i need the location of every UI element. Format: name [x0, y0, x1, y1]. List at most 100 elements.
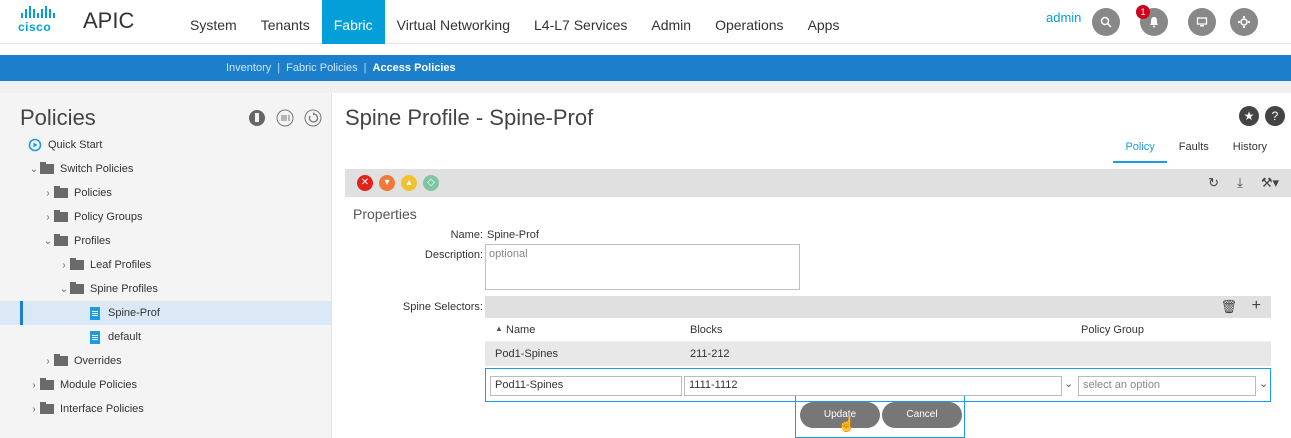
sidebar-item-leaf-profiles[interactable]: › Leaf Profiles	[0, 253, 331, 277]
sort-ascending-icon[interactable]: ▲	[495, 324, 503, 333]
spine-selectors-table: 🗑 + ▲ Name Blocks Policy Group Pod1-Spin…	[485, 296, 1271, 402]
app-title: APIC	[83, 8, 135, 33]
display-icon[interactable]	[1188, 8, 1216, 36]
sidebar-item-label: Leaf Profiles	[90, 259, 152, 271]
search-icon[interactable]	[1092, 8, 1120, 36]
sidebar-item-label: Interface Policies	[60, 403, 144, 415]
chevron-right-icon[interactable]: ›	[42, 356, 54, 367]
sidebar-item-module-policies[interactable]: › Module Policies	[0, 373, 331, 397]
sidebar-item-label: Spine-Prof	[108, 307, 160, 319]
folder-icon	[40, 162, 54, 174]
tab-history[interactable]: History	[1221, 141, 1279, 163]
name-input[interactable]: Pod11-Spines	[490, 376, 682, 396]
table-row[interactable]: Pod1-Spines 211-212	[485, 342, 1271, 366]
sub-nav: Inventory | Fabric Policies | Access Pol…	[0, 55, 1291, 81]
sidebar: Policies Quick Start ⌄ Switch Policies ›…	[0, 93, 332, 438]
sidebar-item-label: Profiles	[74, 235, 111, 247]
sidebar-item-label: Switch Policies	[60, 163, 134, 175]
warning-fault-icon[interactable]: ◇	[423, 175, 439, 191]
sidebar-title: Policies	[20, 105, 96, 130]
sidebar-item-profiles[interactable]: ⌄ Profiles	[0, 229, 331, 253]
sidebar-item-default[interactable]: default	[0, 325, 331, 349]
toolbar-actions: ↻ ⤓ ⚒▾	[1208, 175, 1279, 191]
nav-tenants[interactable]: Tenants	[249, 0, 322, 44]
nav-operations[interactable]: Operations	[703, 0, 795, 44]
sidebar-item-policies[interactable]: › Policies	[0, 181, 331, 205]
gear-icon[interactable]	[1230, 8, 1258, 36]
header-divider	[0, 81, 1291, 93]
subnav-fabric-policies[interactable]: Fabric Policies	[286, 62, 358, 74]
sidebar-item-spine-prof[interactable]: Spine-Prof	[0, 301, 331, 325]
folder-icon	[40, 402, 54, 414]
sidebar-item-spine-profiles[interactable]: ⌄ Spine Profiles	[0, 277, 331, 301]
nav-admin[interactable]: Admin	[639, 0, 703, 44]
major-fault-icon[interactable]: ▾	[379, 175, 395, 191]
notification-badge: 1	[1136, 5, 1150, 19]
refresh-icon[interactable]	[304, 109, 322, 127]
properties-heading: Properties	[353, 206, 417, 222]
add-icon[interactable]: +	[1252, 297, 1261, 315]
tools-icon[interactable]: ⚒▾	[1261, 175, 1279, 191]
chevron-right-icon[interactable]: ›	[58, 260, 70, 271]
column-header-name[interactable]: Name	[506, 324, 535, 336]
list-filter-icon[interactable]	[276, 109, 294, 127]
minor-fault-icon[interactable]: ▴	[401, 175, 417, 191]
cisco-logo: cisco	[18, 6, 58, 36]
hand-cursor-icon: ☝	[838, 416, 856, 432]
critical-fault-icon[interactable]: ✕	[357, 175, 373, 191]
page-title: Spine Profile - Spine-Prof	[345, 105, 594, 130]
nav-l4-l7-services[interactable]: L4-L7 Services	[522, 0, 639, 44]
refresh-icon[interactable]: ↻	[1208, 175, 1219, 191]
row-blocks: 211-212	[690, 348, 730, 360]
star-icon[interactable]: ★	[1239, 106, 1259, 126]
column-header-policy-group[interactable]: Policy Group	[1081, 324, 1144, 336]
nav-virtual-networking[interactable]: Virtual Networking	[385, 0, 522, 44]
edit-actions: Update Cancel	[795, 396, 965, 438]
tab-policy[interactable]: Policy	[1113, 141, 1167, 163]
description-field[interactable]: optional	[485, 244, 800, 290]
table-header: ▲ Name Blocks Policy Group	[485, 318, 1271, 342]
toolbar: ✕ ▾ ▴ ◇ ↻ ⤓ ⚒▾	[345, 169, 1291, 197]
cancel-button[interactable]: Cancel	[882, 402, 962, 428]
sidebar-item-label: Spine Profiles	[90, 283, 158, 295]
chevron-right-icon[interactable]: ›	[28, 404, 40, 415]
column-header-blocks[interactable]: Blocks	[690, 324, 722, 336]
header-actions: ★ ?	[1239, 106, 1285, 126]
sidebar-item-overrides[interactable]: › Overrides	[0, 349, 331, 373]
download-icon[interactable]: ⤓	[1237, 175, 1243, 191]
description-label: Description:	[424, 249, 483, 261]
trash-icon[interactable]: 🗑	[1220, 299, 1237, 315]
policy-group-select[interactable]: select an option	[1078, 376, 1256, 396]
subnav-inventory[interactable]: Inventory	[226, 62, 271, 74]
blocks-input[interactable]: 1111-1112	[684, 376, 1062, 396]
chevron-right-icon[interactable]: ›	[42, 212, 54, 223]
tools-icon[interactable]	[248, 109, 266, 127]
user-name[interactable]: admin	[1046, 10, 1081, 25]
chevron-down-icon[interactable]: ⌄	[42, 236, 54, 247]
chevron-right-icon[interactable]: ›	[28, 380, 40, 391]
nav-fabric[interactable]: Fabric	[321, 0, 385, 44]
sidebar-item-policy-groups[interactable]: › Policy Groups	[0, 205, 331, 229]
folder-icon	[54, 354, 68, 366]
chevron-down-icon[interactable]: ⌄	[1259, 377, 1268, 390]
spine-selectors-label: Spine Selectors:	[402, 301, 483, 313]
sidebar-item-switch-policies[interactable]: ⌄ Switch Policies	[0, 157, 331, 181]
subnav-separator: |	[363, 62, 367, 74]
tab-faults[interactable]: Faults	[1167, 141, 1221, 163]
chevron-down-icon[interactable]: ⌄	[1064, 377, 1073, 390]
chevron-down-icon[interactable]: ⌄	[28, 164, 40, 175]
tab-bar: Policy Faults History	[1113, 141, 1279, 163]
chevron-down-icon[interactable]: ⌄	[58, 284, 70, 295]
subnav-access-policies[interactable]: Access Policies	[373, 62, 456, 74]
chevron-right-icon[interactable]: ›	[42, 188, 54, 199]
row-name: Pod1-Spines	[495, 348, 558, 360]
sidebar-item-quick-start[interactable]: Quick Start	[0, 133, 331, 157]
top-bar: cisco APIC System Tenants Fabric Virtual…	[0, 0, 1291, 44]
folder-icon	[54, 210, 68, 222]
nav-system[interactable]: System	[178, 0, 249, 44]
nav-apps[interactable]: Apps	[796, 0, 852, 44]
sidebar-item-interface-policies[interactable]: › Interface Policies	[0, 397, 331, 421]
main-panel: Spine Profile - Spine-Prof ★ ? Policy Fa…	[333, 93, 1291, 438]
help-icon[interactable]: ?	[1265, 106, 1285, 126]
table-toolbar: 🗑 +	[485, 296, 1271, 318]
